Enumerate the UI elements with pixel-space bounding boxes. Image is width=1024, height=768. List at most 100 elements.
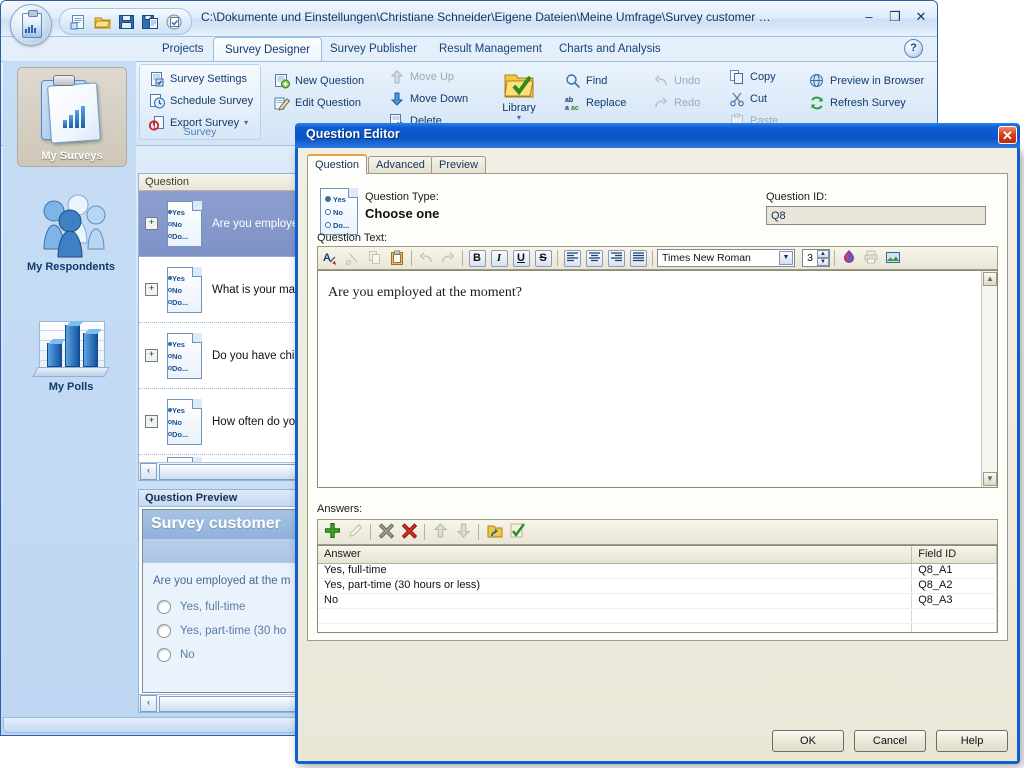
import-answers-button[interactable] <box>484 523 504 542</box>
ok-button[interactable]: OK <box>772 730 844 752</box>
save-as-icon[interactable] <box>142 14 159 30</box>
delete-all-answers-button[interactable] <box>399 523 419 542</box>
table-row[interactable]: Yes, part-time (30 hours or less) Q8_A2 <box>318 579 997 594</box>
align-center-button[interactable] <box>584 249 604 268</box>
find-label: Find <box>586 75 608 87</box>
radio-icon[interactable] <box>157 624 171 638</box>
chevron-down-icon[interactable]: ▼ <box>779 251 793 265</box>
stepper-down-icon[interactable]: ▼ <box>817 258 829 266</box>
table-row[interactable]: No Q8_A3 <box>318 594 997 609</box>
table-row-empty[interactable] <box>318 624 997 632</box>
expand-icon[interactable]: + <box>145 217 158 230</box>
stepper-up-icon[interactable]: ▲ <box>817 250 829 258</box>
table-row-empty[interactable] <box>318 609 997 624</box>
question-list-text-2: What is your mari <box>212 283 302 296</box>
column-header-field-id[interactable]: Field ID <box>912 546 997 563</box>
chevron-down-icon[interactable]: ▾ <box>517 114 521 122</box>
text-color-button[interactable] <box>839 249 859 268</box>
help-button[interactable]: Help <box>936 730 1008 752</box>
undo-icon[interactable] <box>416 249 436 268</box>
align-left-button[interactable] <box>562 249 582 268</box>
paste-icon[interactable] <box>387 249 407 268</box>
redo-icon[interactable] <box>438 249 458 268</box>
svg-text:a: a <box>565 105 569 111</box>
tab-survey-publisher[interactable]: Survey Publisher <box>319 39 428 61</box>
copy-icon[interactable] <box>365 249 385 268</box>
save-icon[interactable] <box>118 14 135 30</box>
sidebar-item-my-polls[interactable]: My Polls <box>17 311 125 393</box>
expand-icon[interactable]: + <box>145 415 158 428</box>
font-size-value: 3 <box>807 252 813 264</box>
move-answer-down-button[interactable] <box>453 523 473 542</box>
tab-preview[interactable]: Preview <box>431 156 487 173</box>
bold-button[interactable]: B <box>467 249 487 268</box>
clear-formatting-icon[interactable]: A <box>321 249 341 268</box>
refresh-survey-button[interactable]: Refresh Survey <box>805 92 923 114</box>
tab-question[interactable]: Question <box>307 154 368 174</box>
open-folder-icon[interactable] <box>94 14 111 30</box>
minimize-button[interactable]: – <box>861 9 877 25</box>
left-navigation-pane: My Surveys My Respondents My Polls <box>3 61 136 717</box>
editor-vscrollbar[interactable]: ▲ ▼ <box>981 271 997 487</box>
close-button[interactable]: ✕ <box>913 9 929 25</box>
italic-button[interactable]: I <box>489 249 509 268</box>
schedule-survey-button[interactable]: Schedule Survey <box>145 90 255 112</box>
edit-answer-button[interactable] <box>345 523 365 542</box>
edit-pencil-icon <box>347 522 364 542</box>
survey-settings-button[interactable]: Survey Settings <box>145 68 255 90</box>
font-size-stepper[interactable]: 3 ▲ ▼ <box>802 249 830 267</box>
tab-advanced[interactable]: Advanced <box>368 156 433 173</box>
edit-question-button[interactable]: Edit Question <box>270 92 361 114</box>
underline-button[interactable]: U <box>511 249 531 268</box>
column-header-answer[interactable]: Answer <box>318 546 913 563</box>
find-button[interactable]: Find <box>561 70 625 92</box>
format-painter-icon[interactable] <box>343 249 363 268</box>
survey-check-icon[interactable] <box>166 14 183 30</box>
remove-answer-button[interactable] <box>376 523 396 542</box>
redo-button[interactable]: Redo <box>649 92 701 114</box>
maximize-button[interactable]: ❐ <box>887 9 903 25</box>
new-document-icon[interactable] <box>70 14 87 30</box>
application-menu-button[interactable] <box>10 4 52 46</box>
remove-icon <box>378 522 395 542</box>
sidebar-item-my-respondents[interactable]: My Respondents <box>17 185 125 273</box>
question-id-field[interactable]: Q8 <box>766 206 986 225</box>
expand-icon[interactable]: + <box>145 283 158 296</box>
insert-image-button[interactable] <box>883 249 903 268</box>
question-text-editor[interactable]: Are you employed at the moment? ▲ ▼ <box>317 270 998 488</box>
sidebar-item-my-surveys[interactable]: My Surveys <box>17 67 127 167</box>
tab-result-management[interactable]: Result Management <box>428 39 553 61</box>
answers-grid[interactable]: Answer Field ID Yes, full-time Q8_A1 Yes… <box>317 545 998 633</box>
copy-button[interactable]: Copy <box>725 66 781 88</box>
tab-projects[interactable]: Projects <box>151 39 215 61</box>
move-down-button[interactable]: Move Down <box>385 88 468 110</box>
preview-in-browser-button[interactable]: Preview in Browser <box>805 70 924 92</box>
strikethrough-button[interactable]: S <box>533 249 553 268</box>
tab-charts-and-analysis[interactable]: Charts and Analysis <box>548 39 672 61</box>
expand-icon[interactable]: + <box>145 349 158 362</box>
quick-access-toolbar <box>59 8 192 35</box>
font-family-select[interactable]: Times New Roman ▼ <box>657 249 795 267</box>
cut-button[interactable]: Cut <box>725 88 781 110</box>
cancel-button[interactable]: Cancel <box>854 730 926 752</box>
align-justify-button[interactable] <box>628 249 648 268</box>
replace-button[interactable]: ab a ac Replace <box>561 92 626 114</box>
table-row[interactable]: Yes, full-time Q8_A1 <box>318 564 997 579</box>
move-answer-up-button[interactable] <box>430 523 450 542</box>
radio-icon[interactable] <box>157 648 171 662</box>
move-up-button[interactable]: Move Up <box>385 66 467 88</box>
help-icon[interactable]: ? <box>904 39 923 58</box>
align-right-button[interactable] <box>606 249 626 268</box>
print-button[interactable] <box>861 249 881 268</box>
scroll-down-icon[interactable]: ▼ <box>983 472 997 486</box>
scroll-up-icon[interactable]: ▲ <box>983 272 997 286</box>
validate-answers-button[interactable] <box>507 523 527 542</box>
dialog-close-button[interactable]: ✕ <box>998 126 1017 144</box>
tab-survey-designer[interactable]: Survey Designer <box>213 37 323 62</box>
new-question-button[interactable]: New Question <box>270 70 364 92</box>
scroll-left-icon[interactable]: ‹ <box>140 695 157 712</box>
add-answer-button[interactable] <box>322 523 342 542</box>
undo-button[interactable]: Undo <box>649 70 701 92</box>
radio-icon[interactable] <box>157 600 171 614</box>
scroll-left-icon[interactable]: ‹ <box>140 463 157 480</box>
